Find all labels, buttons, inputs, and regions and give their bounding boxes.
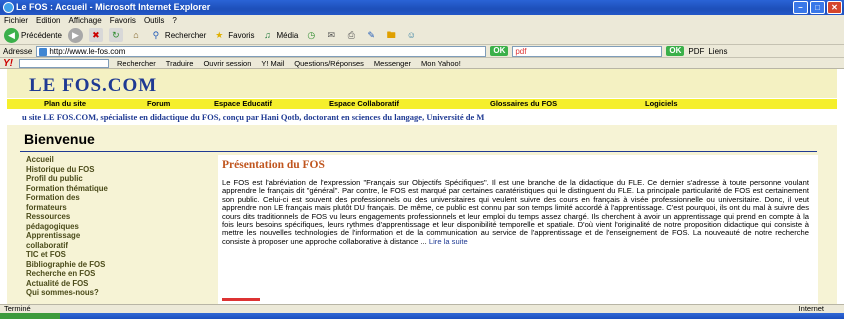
print-icon[interactable]: ⎙ — [344, 28, 358, 42]
page-icon — [39, 47, 48, 56]
start-button[interactable] — [0, 313, 60, 319]
menu-outils[interactable]: Outils — [144, 15, 164, 26]
window-titlebar: Le FOS : Accueil - Microsoft Internet Ex… — [0, 0, 844, 15]
search-icon: ⚲ — [152, 30, 160, 40]
edit-icon[interactable]: ✎ — [364, 28, 378, 42]
presentation-text: Le FOS est l'abréviation de l'expression… — [222, 178, 809, 246]
sidebar-item-formation-thematique[interactable]: Formation thématique — [26, 184, 206, 194]
yahoo-mail-button[interactable]: Y! Mail — [259, 59, 286, 68]
menu-affichage[interactable]: Affichage — [68, 15, 101, 26]
sidebar-item-apprentissage[interactable]: Apprentissage — [26, 231, 206, 241]
nav-espace-collaboratif[interactable]: Espace Collaboratif — [329, 99, 399, 109]
menu-fichier[interactable]: Fichier — [4, 15, 28, 26]
nav-glossaires[interactable]: Glossaires du FOS — [490, 99, 557, 109]
search-button[interactable]: ⚲ Rechercher — [149, 28, 207, 42]
sidebar-item-recherche[interactable]: Recherche en FOS — [26, 269, 206, 279]
read-more-link[interactable]: Lire la suite — [429, 237, 468, 246]
pdf-search-input[interactable]: pdf — [512, 45, 663, 57]
menu-help[interactable]: ? — [172, 15, 176, 26]
media-label: Média — [276, 30, 299, 40]
main-panel: Présentation du FOS Le FOS est l'abrévia… — [218, 155, 818, 304]
pdf-go-button[interactable]: OK — [666, 46, 685, 56]
window-controls: – □ ✕ — [793, 1, 842, 14]
address-value: http://www.le-fos.com — [49, 46, 126, 56]
sidebar-item-accueil[interactable]: Accueil — [26, 155, 206, 165]
stop-icon[interactable]: ✖ — [88, 28, 103, 42]
back-button[interactable]: ◀ Précédente — [4, 27, 62, 43]
folder-icon[interactable]: 🖿 — [384, 28, 398, 42]
status-bar: Terminé Internet — [0, 304, 844, 313]
menu-favoris[interactable]: Favoris — [110, 15, 136, 26]
site-nav: Plan du site Forum Espace Educatif Espac… — [7, 99, 837, 109]
back-label: Précédente — [21, 30, 62, 40]
home-icon[interactable]: ⌂ — [129, 28, 143, 42]
yahoo-qa-button[interactable]: Questions/Réponses — [292, 59, 366, 68]
yahoo-search-button[interactable]: Rechercher — [115, 59, 158, 68]
close-button[interactable]: ✕ — [827, 1, 842, 14]
mail-icon[interactable]: ✉ — [324, 28, 338, 42]
welcome-heading: Bienvenue — [24, 131, 95, 147]
sidebar-item-formateurs[interactable]: formateurs — [26, 203, 206, 213]
yahoo-logo[interactable]: Y! — [3, 58, 13, 68]
star-icon: ★ — [215, 30, 224, 40]
back-arrow-icon: ◀ — [4, 27, 19, 43]
presentation-title: Présentation du FOS — [222, 159, 325, 171]
browser-toolbar: ◀ Précédente ▶ ✖ ↻ ⌂ ⚲ Rechercher ★ Favo… — [0, 26, 844, 45]
nav-espace-educatif[interactable]: Espace Educatif — [214, 99, 272, 109]
web-page: LE FOS.COM Plan du site Forum Espace Edu… — [0, 69, 844, 304]
sidebar-item-actualite[interactable]: Actualité de FOS — [26, 279, 206, 289]
yahoo-search-input[interactable] — [19, 58, 109, 68]
sidebar-item-historique[interactable]: Historique du FOS — [26, 165, 206, 175]
favorites-button[interactable]: ★ Favoris — [212, 28, 254, 42]
site-logo[interactable]: LE FOS.COM — [29, 75, 157, 97]
sidebar-item-collaboratif[interactable]: collaboratif — [26, 241, 206, 251]
decorative-bar — [222, 298, 260, 301]
address-bar: Adresse http://www.le-fos.com OK pdf OK … — [0, 45, 844, 58]
media-icon: ♫ — [264, 30, 271, 40]
divider — [20, 151, 817, 152]
nav-plan-du-site[interactable]: Plan du site — [44, 99, 86, 109]
site-header: LE FOS.COM — [7, 69, 837, 98]
sidebar-item-qui-sommes-nous[interactable]: Qui sommes-nous? — [26, 288, 206, 298]
sidebar-item-pedagogiques[interactable]: pédagogiques — [26, 222, 206, 232]
sidebar-item-profil[interactable]: Profil du public — [26, 174, 206, 184]
window-title: Le FOS : Accueil - Microsoft Internet Ex… — [16, 2, 211, 12]
sidebar-menu: Accueil Historique du FOS Profil du publ… — [26, 155, 206, 298]
sidebar-item-tic[interactable]: TIC et FOS — [26, 250, 206, 260]
minimize-button[interactable]: – — [793, 1, 808, 14]
windows-taskbar — [0, 313, 844, 319]
status-text: Terminé — [4, 304, 31, 313]
pdf-label[interactable]: PDF — [688, 47, 704, 56]
yahoo-my-button[interactable]: Mon Yahoo! — [419, 59, 463, 68]
menu-edition[interactable]: Edition — [36, 15, 60, 26]
refresh-icon[interactable]: ↻ — [108, 28, 123, 42]
presentation-body: Le FOS est l'abréviation de l'expression… — [222, 178, 809, 246]
yahoo-messenger-button[interactable]: Messenger — [372, 59, 413, 68]
links-label[interactable]: Liens — [708, 47, 727, 56]
favorites-label: Favoris — [228, 30, 255, 40]
yahoo-toolbar: Y! Rechercher Traduire Ouvrir session Y!… — [0, 58, 844, 69]
ie-logo-icon — [3, 2, 14, 13]
search-label: Rechercher — [164, 30, 207, 40]
sidebar-item-formation-des[interactable]: Formation des — [26, 193, 206, 203]
nav-forum[interactable]: Forum — [147, 99, 170, 109]
yahoo-translate-button[interactable]: Traduire — [164, 59, 196, 68]
sidebar-item-bibliographie[interactable]: Bibliographie de FOS — [26, 260, 206, 270]
yahoo-session-button[interactable]: Ouvrir session — [201, 59, 253, 68]
forward-arrow-icon[interactable]: ▶ — [67, 27, 83, 43]
scrolling-banner: u site LE FOS.COM, spécialiste en didact… — [22, 112, 485, 122]
sidebar-item-ressources[interactable]: Ressources — [26, 212, 206, 222]
history-icon[interactable]: ◷ — [304, 28, 318, 42]
maximize-button[interactable]: □ — [810, 1, 825, 14]
address-input[interactable]: http://www.le-fos.com — [36, 45, 487, 57]
messenger-icon[interactable]: ☺ — [404, 28, 418, 42]
zone-indicator: Internet — [798, 304, 824, 313]
go-button[interactable]: OK — [490, 46, 509, 56]
menu-bar: Fichier Edition Affichage Favoris Outils… — [0, 15, 844, 26]
media-button[interactable]: ♫ Média — [261, 28, 299, 42]
address-label: Adresse — [3, 46, 33, 56]
nav-logiciels[interactable]: Logiciels — [645, 99, 678, 109]
